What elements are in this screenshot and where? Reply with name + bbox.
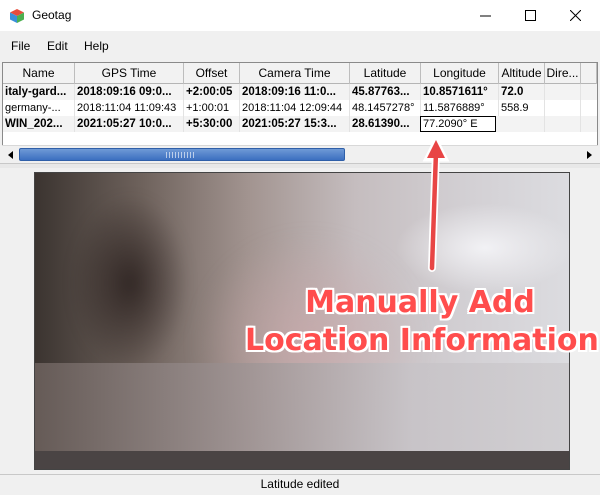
minimize-button[interactable] bbox=[463, 0, 508, 31]
scrollbar-grip-icon bbox=[166, 152, 196, 158]
cell-gps-time: 2021:05:27 10:0... bbox=[75, 116, 184, 132]
column-header-offset[interactable]: Offset bbox=[184, 63, 240, 84]
close-button[interactable] bbox=[553, 0, 598, 31]
annotation-line-1: Manually Add bbox=[305, 285, 535, 320]
column-header-latitude[interactable]: Latitude bbox=[350, 63, 421, 84]
table-row[interactable]: italy-gard... 2018:09:16 09:0... +2:00:0… bbox=[3, 84, 597, 100]
menu-file[interactable]: File bbox=[11, 39, 30, 53]
close-icon bbox=[570, 10, 581, 21]
scroll-left-button[interactable] bbox=[4, 148, 17, 161]
photo-light-region bbox=[395, 203, 569, 293]
window-title: Geotag bbox=[32, 8, 72, 22]
cell-latitude: 28.61390... bbox=[350, 116, 421, 132]
status-bar: Latitude edited bbox=[0, 474, 600, 495]
maximize-button[interactable] bbox=[508, 0, 553, 31]
cell-latitude: 48.1457278° bbox=[350, 100, 421, 116]
maximize-icon bbox=[525, 10, 536, 21]
table-row[interactable]: WIN_202... 2021:05:27 10:0... +5:30:00 2… bbox=[3, 116, 597, 132]
longitude-edit-input[interactable] bbox=[420, 116, 496, 132]
cell-camera-time: 2018:09:16 11:0... bbox=[240, 84, 350, 100]
cell-direction bbox=[545, 84, 581, 100]
column-header-gps-time[interactable]: GPS Time bbox=[75, 63, 184, 84]
column-header-name[interactable]: Name bbox=[3, 63, 75, 84]
column-header-direction[interactable]: Dire... bbox=[545, 63, 581, 84]
cell-longitude: 11.5876889° bbox=[421, 100, 499, 116]
table-header: Name GPS Time Offset Camera Time Latitud… bbox=[3, 63, 597, 84]
cell-direction bbox=[545, 116, 581, 132]
cell-gps-time: 2018:09:16 09:0... bbox=[75, 84, 184, 100]
cell-longitude: 10.8571611° bbox=[421, 84, 499, 100]
cell-offset: +1:00:01 bbox=[184, 100, 240, 116]
cell-altitude: 558.9 bbox=[499, 100, 545, 116]
column-header-overflow bbox=[581, 63, 597, 84]
horizontal-scrollbar[interactable] bbox=[2, 145, 598, 162]
cell-direction bbox=[545, 100, 581, 116]
annotation-text: Manually Add Location Information bbox=[245, 284, 599, 360]
scroll-left-icon bbox=[8, 150, 13, 159]
menu-bar: File Edit Help bbox=[0, 35, 600, 57]
column-header-camera-time[interactable]: Camera Time bbox=[240, 63, 350, 84]
cell-gps-time: 2018:11:04 11:09:43 bbox=[75, 100, 184, 116]
scroll-right-button[interactable] bbox=[583, 148, 596, 161]
minimize-icon bbox=[480, 15, 491, 17]
cell-offset: +2:00:05 bbox=[184, 84, 240, 100]
table-row[interactable]: germany-... 2018:11:04 11:09:43 +1:00:01… bbox=[3, 100, 597, 116]
cell-name: germany-... bbox=[3, 100, 75, 116]
scroll-right-icon bbox=[587, 150, 592, 159]
cell-name: italy-gard... bbox=[3, 84, 75, 100]
title-bar: Geotag bbox=[0, 0, 600, 31]
column-header-longitude[interactable]: Longitude bbox=[421, 63, 499, 84]
photo-dark-region bbox=[70, 193, 190, 373]
annotation-line-2: Location Information bbox=[245, 323, 599, 358]
scrollbar-thumb[interactable] bbox=[19, 148, 345, 161]
column-header-altitude[interactable]: Altitude bbox=[499, 63, 545, 84]
cell-name: WIN_202... bbox=[3, 116, 75, 132]
cell-offset: +5:30:00 bbox=[184, 116, 240, 132]
photo-bottom-strip bbox=[35, 451, 569, 469]
cell-altitude bbox=[499, 116, 545, 132]
status-text: Latitude edited bbox=[260, 477, 340, 491]
cell-camera-time: 2018:11:04 12:09:44 bbox=[240, 100, 350, 116]
cell-latitude: 45.87763... bbox=[350, 84, 421, 100]
menu-help[interactable]: Help bbox=[84, 39, 109, 53]
cell-camera-time: 2021:05:27 15:3... bbox=[240, 116, 350, 132]
menu-edit[interactable]: Edit bbox=[47, 39, 68, 53]
cell-altitude: 72.0 bbox=[499, 84, 545, 100]
geotag-app-icon bbox=[10, 9, 24, 23]
